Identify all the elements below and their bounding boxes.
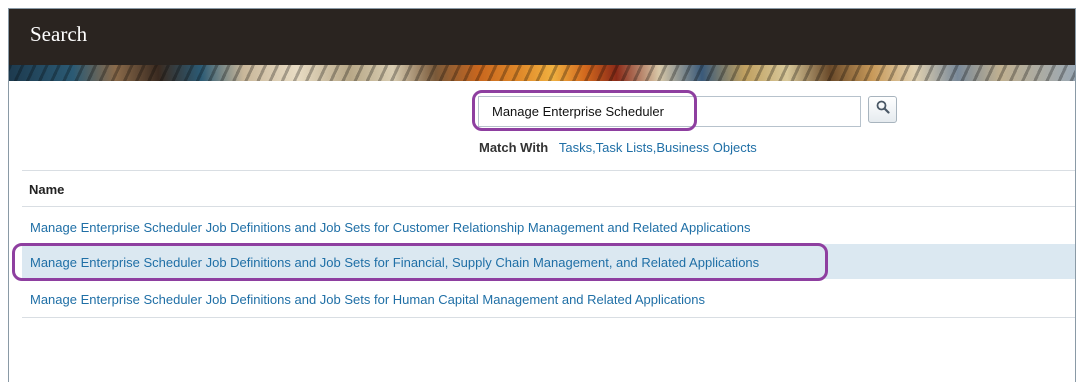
banner-pattern (9, 65, 1075, 81)
search-input[interactable]: Manage Enterprise Scheduler (478, 96, 861, 127)
divider (22, 206, 1075, 207)
divider (22, 170, 1075, 171)
table-row-selected[interactable]: Manage Enterprise Scheduler Job Definiti… (22, 244, 1075, 279)
table-row[interactable]: Manage Enterprise Scheduler Job Definiti… (22, 209, 1075, 244)
page-title: Search (30, 22, 88, 46)
column-header-name: Name (29, 182, 65, 197)
search-panel: Search Manage Enterprise Scheduler Match… (8, 8, 1076, 382)
table-row[interactable]: Manage Enterprise Scheduler Job Definiti… (22, 281, 1075, 316)
result-link[interactable]: Manage Enterprise Scheduler Job Definiti… (30, 255, 759, 270)
result-link[interactable]: Manage Enterprise Scheduler Job Definiti… (30, 292, 705, 307)
title-bar: Search (9, 9, 1075, 65)
search-input-value: Manage Enterprise Scheduler (492, 104, 664, 119)
result-link[interactable]: Manage Enterprise Scheduler Job Definiti… (30, 220, 750, 235)
search-icon (876, 100, 890, 119)
match-with-label: Match With (479, 140, 549, 155)
search-button[interactable] (868, 96, 897, 123)
divider (22, 317, 1075, 318)
match-with-link[interactable]: Tasks,Task Lists,Business Objects (559, 140, 757, 155)
decorative-banner (9, 65, 1075, 81)
match-with: Match With Tasks,Task Lists,Business Obj… (479, 140, 757, 155)
